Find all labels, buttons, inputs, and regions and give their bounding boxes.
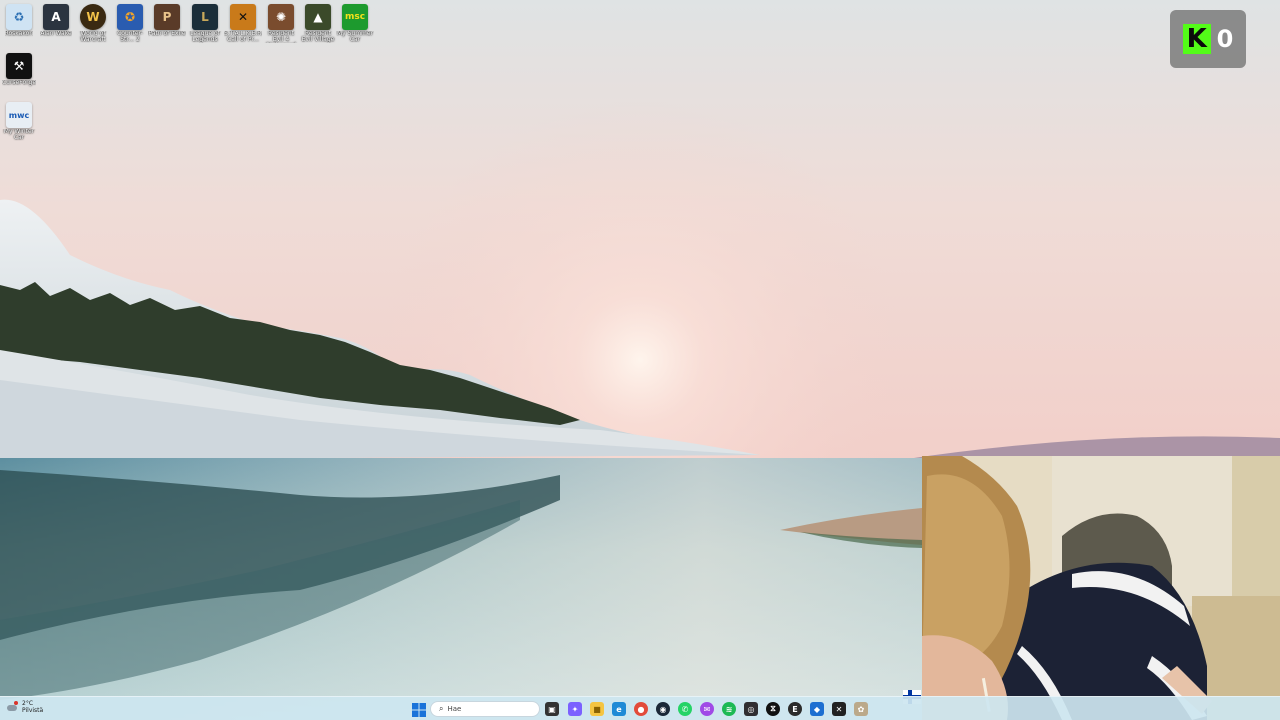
whatsapp-icon[interactable]: ✆: [678, 702, 692, 716]
app-blue-icon[interactable]: ◆: [810, 702, 824, 716]
desktop-icon-resident-evil-4[interactable]: ✺ Resident Evil 4 Biohazard: [262, 4, 300, 43]
league-of-legends-icon: L: [192, 4, 218, 30]
edge-icon[interactable]: e: [612, 702, 626, 716]
desktop-icon-my-winter-car[interactable]: mwc My Winter Car: [0, 102, 38, 141]
curseforge-icon: ⚒: [6, 53, 32, 79]
desktop-icon-curseforge[interactable]: ⚒ CurseForge: [0, 53, 38, 92]
task-view-icon[interactable]: ▣: [545, 702, 559, 716]
desktop-icon-stalker[interactable]: ✕ S.T.A.L.K.E.R. Call of Pr...: [224, 4, 262, 43]
capcut-icon[interactable]: ⧖: [766, 702, 780, 716]
epic-games-icon[interactable]: E: [788, 702, 802, 716]
desktop-icon-resident-evil-village[interactable]: ▲ Resident Evil Village: [299, 4, 337, 43]
alan-wake-icon: A: [43, 4, 69, 30]
path-of-exile-icon: P: [154, 4, 180, 30]
desktop-icon-recycle-bin[interactable]: ♻ Roskakori: [0, 4, 38, 43]
re-village-icon: ▲: [305, 4, 331, 30]
stalker-icon: ✕: [230, 4, 256, 30]
messenger-icon[interactable]: ✉: [700, 702, 714, 716]
weather-temperature: 2°C: [22, 700, 34, 707]
desktop-icon-label: Alan Wake: [40, 31, 72, 37]
my-summer-car-icon: msc: [342, 4, 368, 30]
desktop-icon-path-of-exile[interactable]: P Path of Exile: [148, 4, 186, 43]
weather-cloud-icon: [6, 701, 18, 713]
desktop-icon-label: CurseForge: [1, 80, 37, 86]
counter-strike-icon: ✪: [117, 4, 143, 30]
desktop-icon-label: My Summer Car: [336, 31, 374, 43]
chrome-icon[interactable]: ●: [634, 702, 648, 716]
desktop-icon-label: Path of Exile: [148, 31, 186, 37]
kick-viewer-count: 0: [1216, 25, 1234, 53]
weather-widget[interactable]: 2°C Pilvistä: [6, 700, 43, 714]
desktop-icon-label: Resident Evil Village: [301, 31, 335, 43]
search-icon: ⌕: [439, 704, 444, 713]
desktop-icon-alan-wake[interactable]: A Alan Wake: [37, 4, 75, 43]
taskbar-search-box[interactable]: ⌕ Hae: [430, 701, 540, 717]
obs-icon[interactable]: ◎: [744, 702, 758, 716]
my-winter-car-icon: mwc: [6, 102, 32, 128]
desktop-icon-label: Resident Evil 4 Biohazard: [266, 31, 296, 43]
app-extra-icon[interactable]: ✿: [854, 702, 868, 716]
desktop-icon-label: World of Warcraft: [80, 31, 106, 43]
copilot-icon[interactable]: ✦: [568, 702, 582, 716]
start-button[interactable]: [412, 702, 426, 717]
windows-logo-icon: [412, 703, 426, 717]
steam-icon[interactable]: ◉: [656, 702, 670, 716]
desktop-icon-label: Counter-Str... 2: [117, 31, 143, 43]
desktop-icon-label: League of Legends: [190, 31, 220, 43]
search-placeholder: Hae: [447, 705, 462, 713]
warcraft-icon: W: [80, 4, 106, 30]
kick-viewer-overlay: K 0: [1170, 10, 1246, 68]
kick-logo-icon: K: [1182, 24, 1211, 54]
desktop-icon-counter-strike[interactable]: ✪ Counter-Str... 2: [111, 4, 149, 43]
desktop-icon-label: My Winter Car: [3, 129, 35, 141]
resident-evil-icon: ✺: [268, 4, 294, 30]
taskbar: 2°C Pilvistä ⌕ Hae ▣ ✦ ■ e ● ◉ ✆ ✉ ≋ ◎ ⧖…: [0, 696, 1280, 720]
desktop-icon-label: S.T.A.L.K.E.R. Call of Pr...: [224, 31, 262, 43]
desktop-icon-my-summer-car[interactable]: msc My Summer Car: [336, 4, 374, 43]
spotify-icon[interactable]: ≋: [722, 702, 736, 716]
app-x-icon[interactable]: ✕: [832, 702, 846, 716]
desktop-icon-world-of-warcraft[interactable]: W World of Warcraft: [74, 4, 112, 43]
desktop-icon-label: Roskakori: [4, 31, 34, 37]
file-explorer-icon[interactable]: ■: [590, 702, 604, 716]
webcam-overlay: [922, 456, 1280, 720]
weather-description: Pilvistä: [22, 707, 44, 714]
recycle-bin-icon: ♻: [6, 4, 32, 30]
desktop-icon-league-of-legends[interactable]: L League of Legends: [186, 4, 224, 43]
